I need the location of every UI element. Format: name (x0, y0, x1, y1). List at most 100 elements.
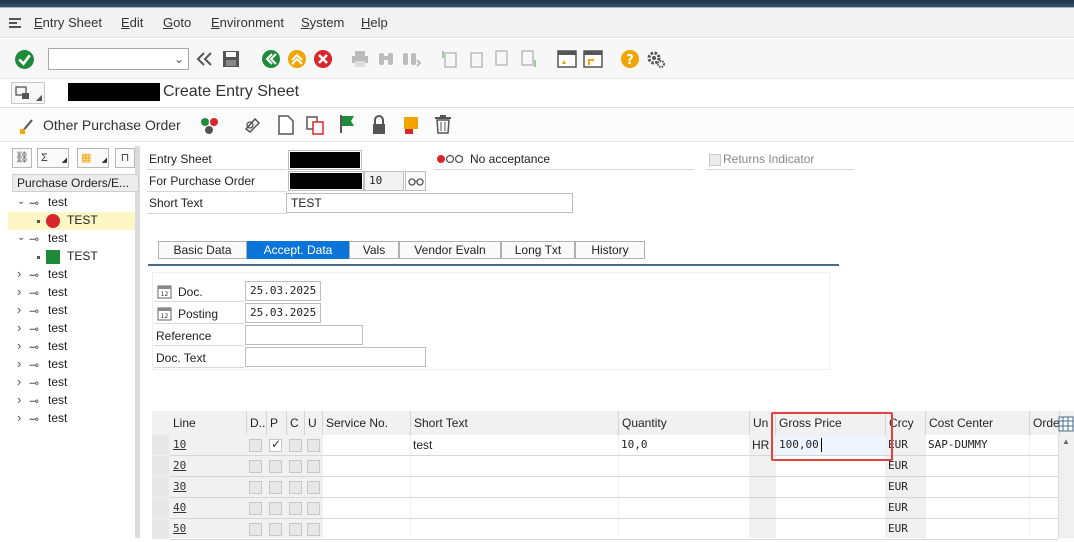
chevron-right-icon[interactable]: › (17, 338, 21, 353)
short-text-cell[interactable] (411, 456, 618, 476)
chevron-right-icon[interactable]: › (17, 374, 21, 389)
chevron-down-icon[interactable]: ⌄ (17, 196, 25, 207)
short-text-field[interactable]: TEST (286, 193, 573, 213)
line-number-link[interactable]: 30 (173, 480, 243, 500)
chevron-right-icon[interactable]: › (17, 320, 21, 335)
service-no-cell[interactable] (323, 435, 410, 455)
entry-sheet-field[interactable] (288, 150, 362, 170)
menu-icon[interactable] (8, 16, 22, 30)
shortcut-icon[interactable] (583, 49, 603, 69)
tab-accept-data[interactable]: Accept. Data (247, 241, 349, 259)
u-checkbox[interactable] (307, 481, 320, 494)
c-checkbox[interactable] (289, 439, 302, 452)
column-header-c[interactable]: C (287, 411, 305, 435)
chevron-right-icon[interactable]: › (17, 266, 21, 281)
chevron-down-icon[interactable]: ⌄ (174, 52, 184, 66)
tab-history[interactable]: History (575, 241, 645, 259)
row-selector[interactable] (152, 435, 169, 455)
posting-date-field[interactable]: 25.03.2025 (245, 303, 321, 323)
column-header-p[interactable]: P (267, 411, 287, 435)
delete-icon[interactable] (434, 114, 452, 134)
row-selector[interactable] (152, 456, 169, 476)
p-checkbox[interactable]: ✓ (269, 437, 282, 452)
chevron-right-icon[interactable]: › (17, 392, 21, 407)
d-checkbox[interactable] (249, 460, 262, 473)
order-cell[interactable] (1030, 519, 1058, 539)
doc-text-field[interactable] (245, 347, 426, 367)
tree-item[interactable]: › ⊸ test (8, 338, 135, 356)
save-icon[interactable] (222, 50, 240, 68)
p-checkbox[interactable] (269, 502, 282, 515)
service-no-cell[interactable] (323, 519, 410, 539)
line-number-link[interactable]: 10 (173, 438, 243, 458)
enter-icon[interactable] (14, 49, 35, 70)
order-cell[interactable] (1030, 477, 1058, 497)
d-checkbox[interactable] (249, 502, 262, 515)
cost-center-cell[interactable] (926, 477, 1029, 497)
tree-item[interactable]: › ⊸ test (8, 302, 135, 320)
menu-entry-sheet[interactable]: Entry Sheet (34, 15, 102, 30)
tree-item[interactable]: › ⊸ test (8, 284, 135, 302)
tree-item[interactable]: › ⊸ test (8, 320, 135, 338)
tree-item[interactable]: › ⊸ test (8, 356, 135, 374)
settings-gear-icon[interactable] (646, 49, 666, 69)
cancel-icon[interactable] (313, 49, 333, 69)
tab-vendor-evaln[interactable]: Vendor Evaln (399, 241, 501, 259)
c-checkbox[interactable] (289, 481, 302, 494)
returns-indicator-checkbox[interactable] (709, 154, 721, 166)
tree-sum-button[interactable]: Σ ◢ (37, 148, 69, 168)
p-checkbox[interactable] (269, 523, 282, 536)
row-selector[interactable] (152, 498, 169, 518)
menu-environment[interactable]: Environment (211, 15, 284, 30)
tree-item[interactable]: › ⊸ test (8, 410, 135, 428)
scroll-up-icon[interactable]: ▲ (1062, 437, 1070, 446)
column-header-cost-center[interactable]: Cost Center (926, 411, 1030, 435)
gross-price-cell[interactable] (776, 519, 885, 539)
chevron-right-icon[interactable]: › (17, 410, 21, 425)
line-number-link[interactable]: 50 (173, 522, 243, 542)
collapse-icon[interactable] (196, 51, 214, 67)
quantity-cell[interactable] (619, 477, 749, 497)
tree-item[interactable]: ⌄ ⊸ test (8, 194, 135, 212)
table-scrollbar[interactable]: ▲ (1058, 435, 1074, 538)
c-checkbox[interactable] (289, 502, 302, 515)
quantity-cell[interactable] (619, 456, 749, 476)
flag-icon[interactable] (338, 114, 356, 134)
p-checkbox[interactable] (269, 481, 282, 494)
po-number-field[interactable] (288, 171, 364, 191)
d-checkbox[interactable] (249, 439, 262, 452)
tab-long-txt[interactable]: Long Txt (501, 241, 575, 259)
gross-price-cell[interactable] (776, 477, 885, 497)
help-icon[interactable]: ? (620, 49, 640, 69)
menu-goto[interactable]: Goto (163, 15, 191, 30)
row-selector[interactable] (152, 477, 169, 497)
tree-item[interactable]: ⌄ ⊸ test (8, 230, 135, 248)
row-selector[interactable] (152, 519, 169, 539)
d-checkbox[interactable] (249, 481, 262, 494)
cost-center-cell[interactable] (926, 456, 1029, 476)
c-checkbox[interactable] (289, 460, 302, 473)
u-checkbox[interactable] (307, 523, 320, 536)
back-icon[interactable] (261, 49, 281, 69)
menu-system[interactable]: System (301, 15, 344, 30)
u-checkbox[interactable] (307, 439, 320, 452)
order-cell[interactable] (1030, 456, 1058, 476)
command-field[interactable]: ⌄ (48, 48, 189, 70)
service-no-cell[interactable] (323, 456, 410, 476)
line-number-link[interactable]: 40 (173, 501, 243, 521)
short-text-cell[interactable] (411, 477, 618, 497)
menu-help[interactable]: Help (361, 15, 388, 30)
lock-icon[interactable] (371, 115, 387, 135)
doc-date-field[interactable]: 25.03.2025 (245, 281, 321, 301)
chevron-right-icon[interactable]: › (17, 302, 21, 317)
exit-icon[interactable] (287, 49, 307, 69)
accept-icon[interactable] (402, 115, 420, 135)
tree-layout-button[interactable]: ▦ ◢ (77, 148, 109, 168)
c-checkbox[interactable] (289, 523, 302, 536)
cost-center-cell[interactable] (926, 498, 1029, 518)
u-checkbox[interactable] (307, 460, 320, 473)
display-po-button[interactable] (405, 171, 426, 191)
chevron-down-icon[interactable]: ⌄ (17, 232, 25, 243)
tree-find-button[interactable]: ⛓ (12, 148, 32, 168)
menu-edit[interactable]: Edit (121, 15, 143, 30)
